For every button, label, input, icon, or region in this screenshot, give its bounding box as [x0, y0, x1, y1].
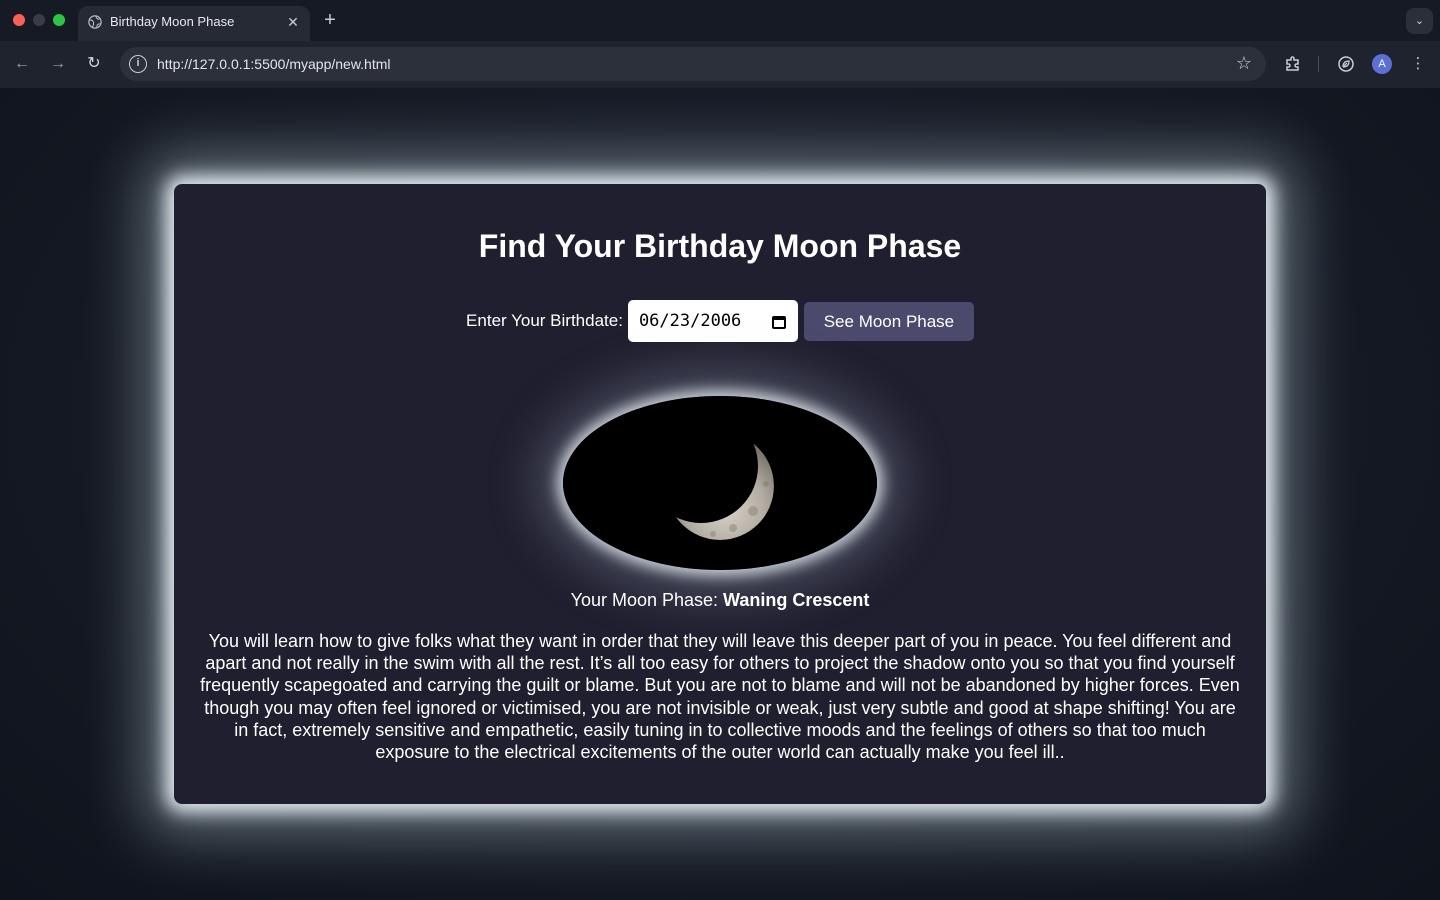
moon-phase-description: You will learn how to give folks what th… — [200, 631, 1240, 763]
tab-title: Birthday Moon Phase — [110, 14, 235, 29]
page-viewport: Find Your Birthday Moon Phase Enter Your… — [0, 88, 1440, 900]
moon-phase-prefix: Your Moon Phase: — [570, 590, 719, 610]
toolbar-divider — [1318, 56, 1319, 72]
puzzle-icon-glyph — [1286, 56, 1299, 71]
birthdate-label: Enter Your Birthdate: — [466, 311, 623, 330]
birthdate-input[interactable]: 06/23/2006 — [627, 300, 798, 342]
tab-birthday-moon-phase[interactable]: Birthday Moon Phase ✕ — [78, 6, 310, 41]
info-icon[interactable]: i — [129, 55, 147, 73]
kebab-menu-icon[interactable]: ⋮ — [1406, 52, 1430, 76]
close-icon[interactable]: ✕ — [284, 13, 302, 31]
maximize-window-button[interactable] — [53, 14, 65, 26]
reload-icon[interactable]: ↻ — [82, 52, 106, 76]
close-window-button[interactable] — [13, 14, 25, 26]
chevron-down-icon[interactable]: ⌄ — [1406, 8, 1433, 34]
minimize-window-button[interactable] — [33, 14, 45, 26]
plus-icon[interactable]: + — [319, 9, 341, 31]
puzzle-icon[interactable] — [1281, 52, 1305, 76]
arrow-right-icon[interactable]: → — [46, 52, 70, 76]
avatar[interactable]: A — [1372, 54, 1392, 74]
address-bar[interactable]: i http://127.0.0.1:5500/myapp/new.html ☆ — [120, 47, 1266, 81]
moon-image — [563, 396, 877, 570]
moon-phase-card: Find Your Birthday Moon Phase Enter Your… — [174, 184, 1266, 804]
moon-crescent-graphic — [563, 396, 877, 570]
leaf-icon[interactable] — [1334, 52, 1358, 76]
calendar-icon[interactable] — [771, 314, 786, 329]
url-text[interactable]: http://127.0.0.1:5500/myapp/new.html — [157, 56, 391, 72]
birthdate-form: Enter Your Birthdate: 06/23/2006 See Moo… — [174, 300, 1266, 342]
arrow-left-icon[interactable]: ← — [10, 52, 34, 76]
browser-chrome: Birthday Moon Phase ✕ + ⌄ ← → ↻ i http:/… — [0, 0, 1440, 88]
page-title: Find Your Birthday Moon Phase — [478, 228, 962, 264]
star-icon[interactable]: ☆ — [1236, 53, 1252, 74]
leaf-icon-glyph — [1338, 56, 1354, 72]
globe-icon — [88, 15, 102, 29]
moon-phase-result: Your Moon Phase: Waning Crescent — [174, 590, 1266, 611]
moon-phase-name: Waning Crescent — [723, 590, 870, 610]
tab-bar: Birthday Moon Phase ✕ + ⌄ — [0, 0, 1440, 41]
see-moon-phase-button[interactable]: See Moon Phase — [803, 301, 974, 341]
birthdate-value: 06/23/2006 — [638, 311, 742, 331]
